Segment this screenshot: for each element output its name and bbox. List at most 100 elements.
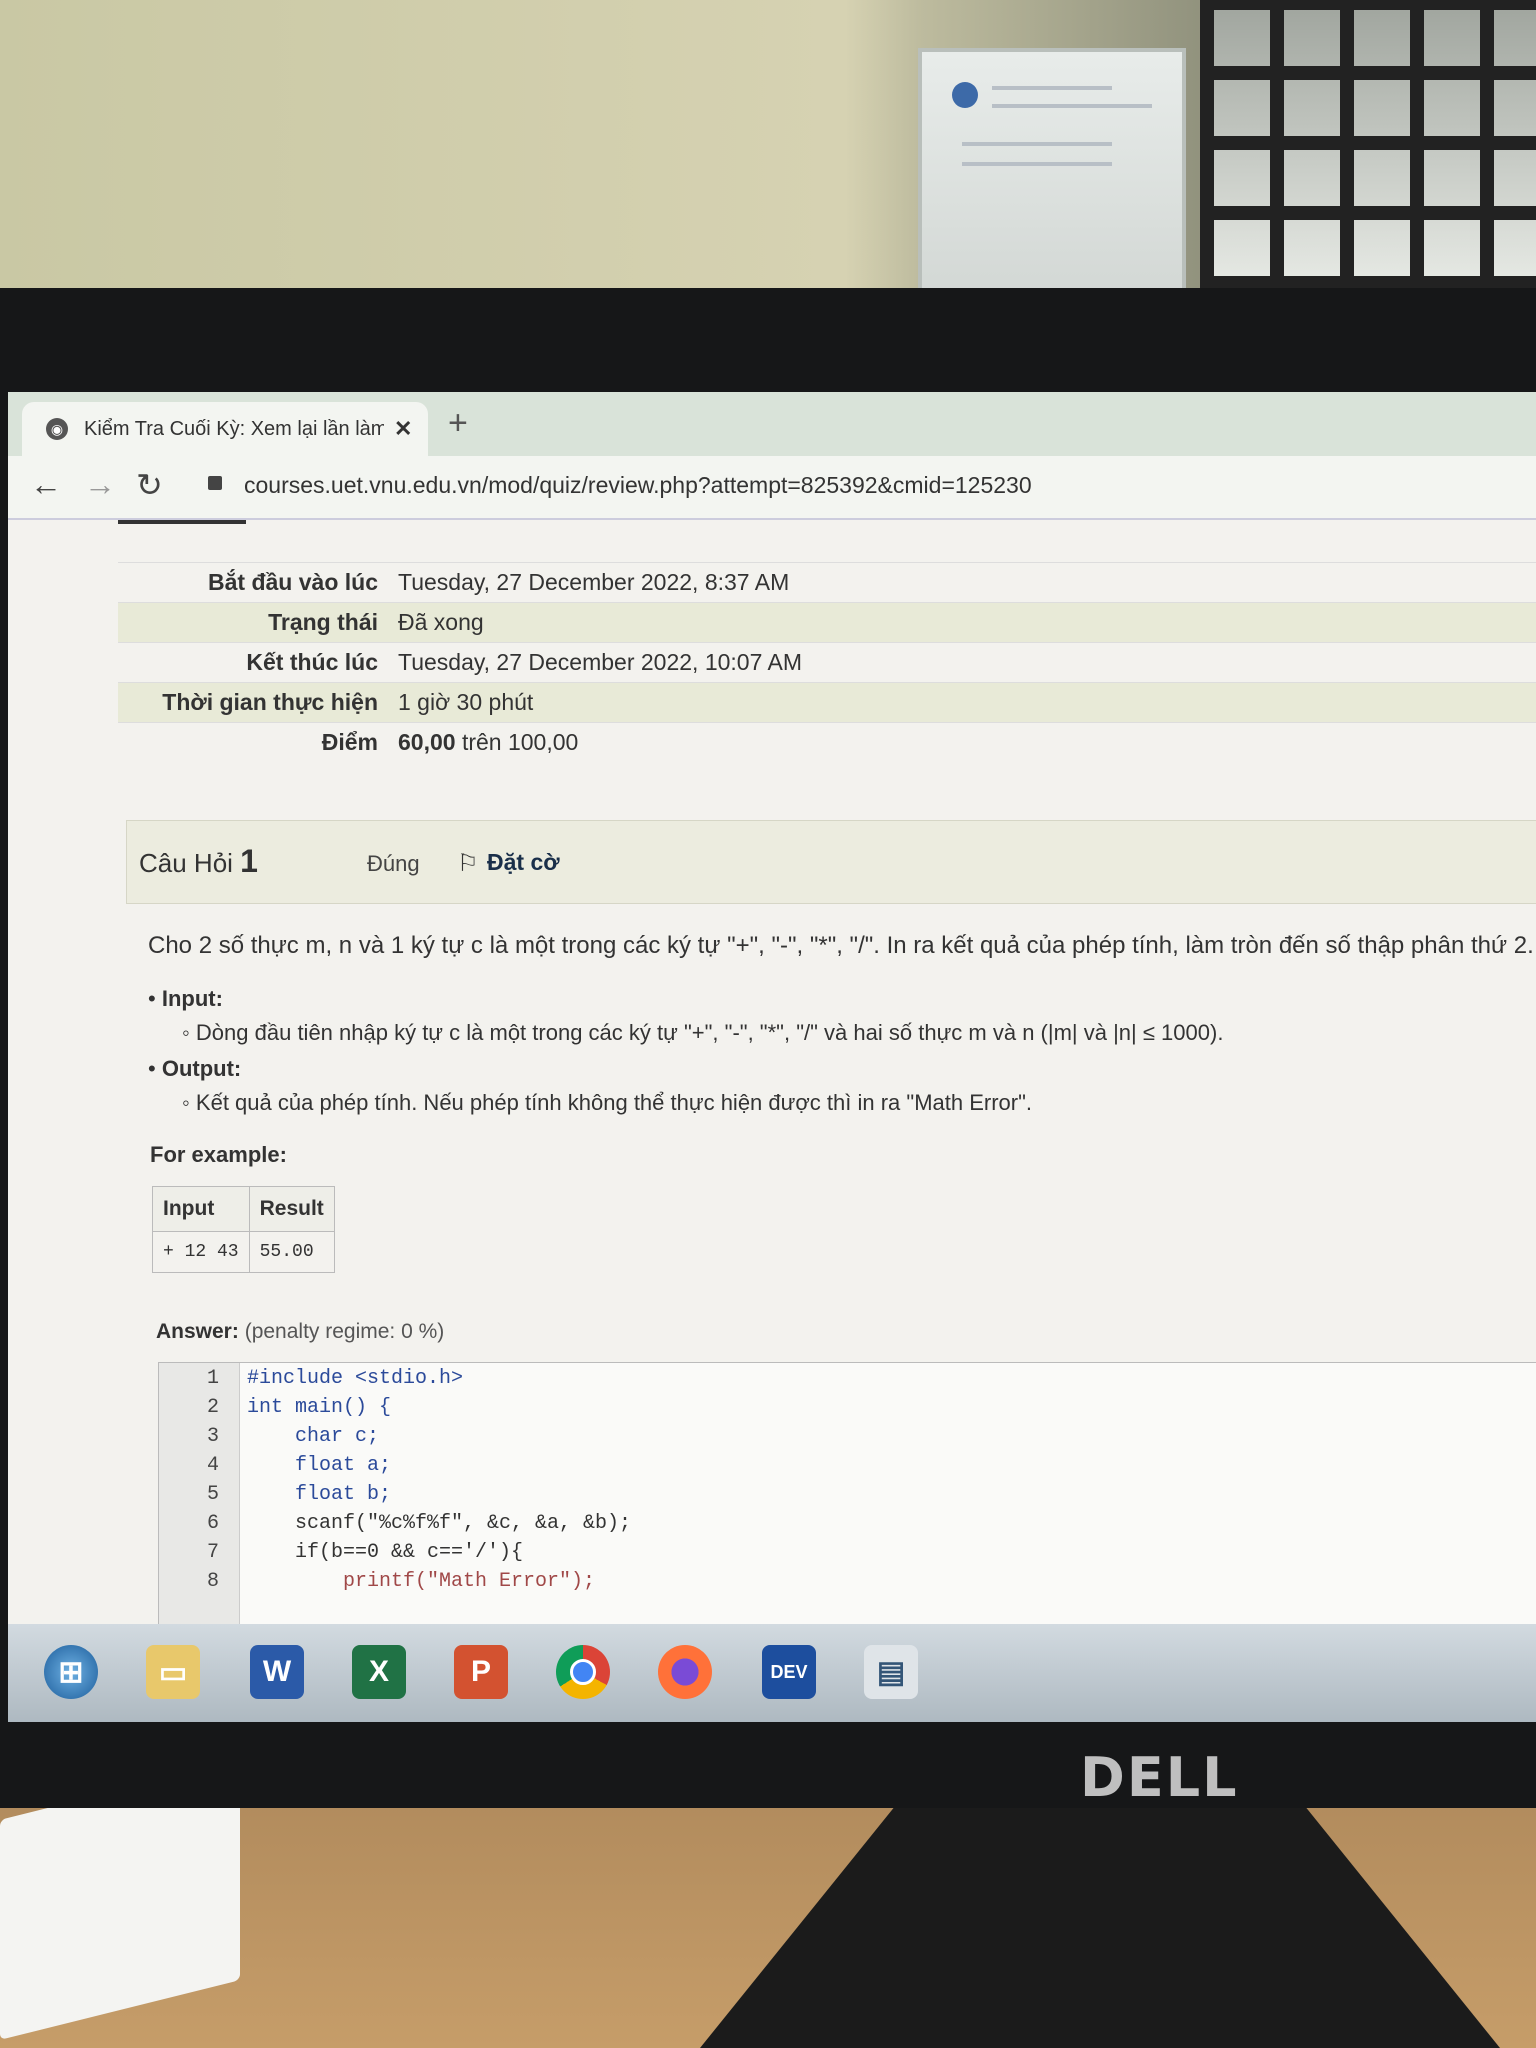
flag-icon[interactable]: ⚐ — [457, 849, 479, 878]
summary-row: Bắt đầu vào lúc Tuesday, 27 December 202… — [118, 562, 1536, 603]
summary-value: 1 giờ 30 phút — [388, 682, 1536, 723]
input-bullet: • Input: — [148, 986, 223, 1011]
taskbar-excel[interactable]: X — [338, 1632, 420, 1712]
line-number: 4 — [206, 1454, 219, 1477]
line-number: 3 — [206, 1425, 219, 1448]
chrome-icon — [556, 1645, 610, 1699]
code-text: scanf("%c%f%f", &c, &a, &b); — [247, 1512, 632, 1535]
table-row: + 12 43 55.00 — [152, 1231, 335, 1273]
browser-tab[interactable]: ◉ Kiểm Tra Cuối Kỳ: Xem lại lần làm ✕ — [22, 402, 428, 456]
screen: ◉ Kiểm Tra Cuối Kỳ: Xem lại lần làm ✕ + … — [8, 392, 1536, 1722]
start-button[interactable]: ⊞ — [30, 1632, 112, 1712]
summary-value: Tuesday, 27 December 2022, 10:07 AM — [388, 642, 1536, 683]
summary-row: Kết thúc lúc Tuesday, 27 December 2022, … — [118, 642, 1536, 683]
attempt-summary-table: Bắt đầu vào lúc Tuesday, 27 December 202… — [118, 562, 1536, 762]
score-max: trên 100,00 — [461, 729, 579, 755]
firefox-icon — [658, 1645, 712, 1699]
code-text: float b; — [247, 1483, 392, 1506]
penalty-note: (penalty regime: 0 %) — [244, 1320, 445, 1343]
flag-question-button[interactable]: Đặt cờ — [487, 849, 560, 876]
taskbar-devcpp[interactable]: DEV — [748, 1632, 830, 1712]
output-description: ◦ Kết quả của phép tính. Nếu phép tính k… — [182, 1090, 1033, 1115]
code-text: float a; — [247, 1454, 392, 1477]
lock-icon — [208, 476, 222, 490]
question-title: Câu Hỏi 1 — [139, 843, 258, 880]
loading-indicator — [118, 520, 246, 524]
excel-icon: X — [352, 1645, 406, 1699]
line-number: 2 — [206, 1396, 219, 1419]
moodle-favicon-icon: ◉ — [46, 418, 68, 440]
powerpoint-icon: P — [454, 1645, 508, 1699]
line-number: 1 — [206, 1367, 219, 1390]
answer-label: Answer: (penalty regime: 0 %) — [156, 1320, 444, 1344]
word-icon: W — [250, 1645, 304, 1699]
example-table: Input Result + 12 43 55.00 — [152, 1186, 335, 1273]
summary-value: 60,00 trên 100,00 — [388, 722, 1536, 762]
taskbar: ⊞ ▭ W X P DEV ▤ — [8, 1624, 1536, 1722]
wall-poster — [918, 48, 1186, 296]
poster-line — [992, 104, 1152, 108]
example-input: + 12 43 — [152, 1231, 250, 1273]
code-text: #include <stdio.h> — [247, 1367, 464, 1390]
question-title-text: Câu Hỏi — [139, 848, 233, 878]
taskbar-powerpoint[interactable]: P — [440, 1632, 522, 1712]
summary-label: Thời gian thực hiện — [118, 682, 388, 723]
start-icon: ⊞ — [44, 1645, 98, 1699]
example-result: 55.00 — [248, 1231, 335, 1273]
taskbar-firefox[interactable] — [644, 1632, 726, 1712]
question-number: 1 — [240, 843, 258, 879]
question-text: Cho 2 số thực m, n và 1 ký tự c là một t… — [148, 932, 1534, 959]
taskbar-explorer[interactable]: ▭ — [132, 1632, 214, 1712]
file-explorer-icon: ▭ — [146, 1645, 200, 1699]
line-number: 8 — [206, 1570, 219, 1593]
score-value: 60,00 — [398, 729, 456, 755]
code-text: int main() { — [247, 1396, 392, 1419]
output-label: Output: — [161, 1056, 242, 1081]
address-bar[interactable]: courses.uet.vnu.edu.vn/mod/quiz/review.p… — [244, 472, 1032, 499]
new-tab-button[interactable]: + — [448, 404, 468, 443]
code-editor[interactable]: 1 #include <stdio.h> 2 int main() { 3 char… — [158, 1362, 1536, 1634]
monitor-brand-logo: DELL — [1080, 1746, 1239, 1809]
tab-title: Kiểm Tra Cuối Kỳ: Xem lại lần làm — [84, 417, 384, 440]
taskbar-word[interactable]: W — [236, 1632, 318, 1712]
dev-cpp-icon: DEV — [762, 1645, 816, 1699]
line-number: 6 — [206, 1512, 219, 1535]
poster-line — [962, 162, 1112, 166]
summary-value: Tuesday, 27 December 2022, 8:37 AM — [388, 562, 1536, 603]
poster-logo — [952, 82, 978, 108]
taskbar-chrome[interactable] — [542, 1632, 624, 1712]
example-header-input: Input — [152, 1186, 250, 1232]
tab-bar: ◉ Kiểm Tra Cuối Kỳ: Xem lại lần làm ✕ + — [8, 392, 1536, 456]
output-bullet: • Output: — [148, 1056, 242, 1081]
forward-arrow-icon[interactable]: → — [84, 466, 116, 503]
question-header: Câu Hỏi 1 Đúng ⚐ Đặt cờ — [126, 820, 1536, 904]
question-status: Đúng — [367, 851, 420, 876]
summary-label: Trạng thái — [118, 602, 388, 643]
output-description-text: Kết quả của phép tính. Nếu phép tính khô… — [195, 1090, 1033, 1115]
line-number: 7 — [206, 1541, 219, 1564]
reload-icon[interactable]: ↻ — [136, 466, 163, 504]
summary-value: Đã xong — [388, 602, 1536, 643]
window-grate — [1200, 0, 1536, 290]
input-description: ◦ Dòng đầu tiên nhập ký tự c là một tron… — [182, 1020, 1224, 1045]
poster-line — [962, 142, 1112, 146]
page-content: Bắt đầu vào lúc Tuesday, 27 December 202… — [118, 562, 1536, 1634]
summary-row: Trạng thái Đã xong — [118, 602, 1536, 643]
answer-label-text: Answer: — [156, 1320, 239, 1343]
code-text: if(b==0 && c=='/'){ — [247, 1541, 524, 1564]
code-text: char c; — [247, 1425, 380, 1448]
summary-row: Thời gian thực hiện 1 giờ 30 phút — [118, 682, 1536, 723]
summary-label: Điểm — [118, 722, 388, 762]
summary-label: Kết thúc lúc — [118, 642, 388, 683]
taskbar-window[interactable]: ▤ — [850, 1632, 932, 1712]
example-label: For example: — [150, 1142, 287, 1167]
back-arrow-icon[interactable]: ← — [30, 466, 62, 503]
close-tab-icon[interactable]: ✕ — [394, 416, 412, 442]
line-number: 5 — [206, 1483, 219, 1506]
window-icon: ▤ — [864, 1645, 918, 1699]
input-label: Input: — [161, 986, 223, 1011]
code-text: printf("Math Error"); — [247, 1570, 596, 1593]
summary-label: Bắt đầu vào lúc — [118, 562, 388, 603]
input-description-text: Dòng đầu tiên nhập ký tự c là một trong … — [195, 1020, 1224, 1045]
example-header-result: Result — [248, 1186, 335, 1232]
